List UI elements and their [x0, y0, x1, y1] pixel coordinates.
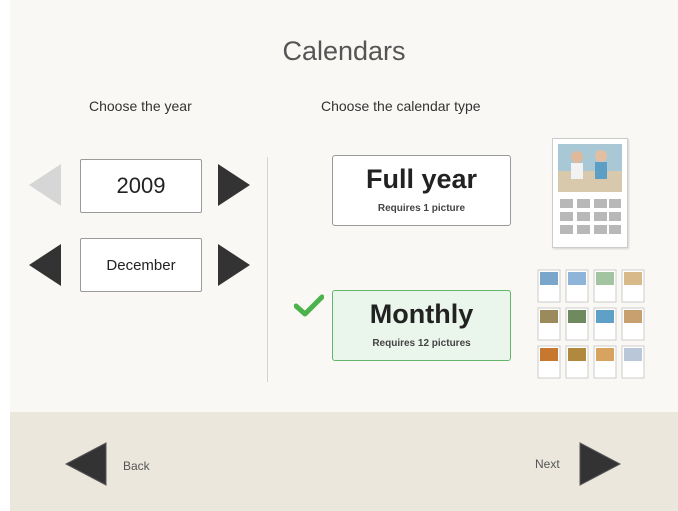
back-label[interactable]: Back — [123, 459, 150, 473]
footer-bar: Back Next — [10, 412, 678, 511]
monthly-preview-pages — [537, 269, 645, 379]
full-year-option-requirement: Requires 1 picture — [377, 203, 466, 214]
monthly-option[interactable]: Monthly Requires 12 pictures — [332, 290, 511, 361]
full-year-preview-image — [552, 138, 628, 248]
checkmark-icon — [294, 294, 324, 317]
next-button[interactable] — [578, 441, 622, 487]
back-button[interactable] — [64, 441, 108, 487]
next-label[interactable]: Next — [535, 457, 560, 471]
calendar-type-heading: Choose the calendar type — [321, 98, 481, 114]
page-title: Calendars — [282, 36, 406, 66]
full-year-preview-illustration — [558, 144, 622, 234]
monthly-preview-image — [537, 269, 645, 379]
previous-year-button[interactable] — [29, 164, 61, 206]
year-heading: Choose the year — [89, 98, 192, 114]
year-field[interactable]: 2009 — [80, 159, 202, 213]
monthly-option-requirement: Requires 12 pictures — [372, 338, 471, 349]
month-field[interactable]: December — [80, 238, 202, 292]
full-year-option[interactable]: Full year Requires 1 picture — [332, 155, 511, 226]
next-month-button[interactable] — [218, 244, 250, 286]
column-divider — [267, 157, 268, 382]
full-year-option-label: Full year — [365, 164, 478, 194]
next-year-button[interactable] — [218, 164, 250, 206]
previous-month-button[interactable] — [29, 244, 61, 286]
monthly-option-label: Monthly — [369, 299, 474, 329]
calendar-screen: Calendars Choose the year Choose the cal… — [10, 0, 678, 511]
